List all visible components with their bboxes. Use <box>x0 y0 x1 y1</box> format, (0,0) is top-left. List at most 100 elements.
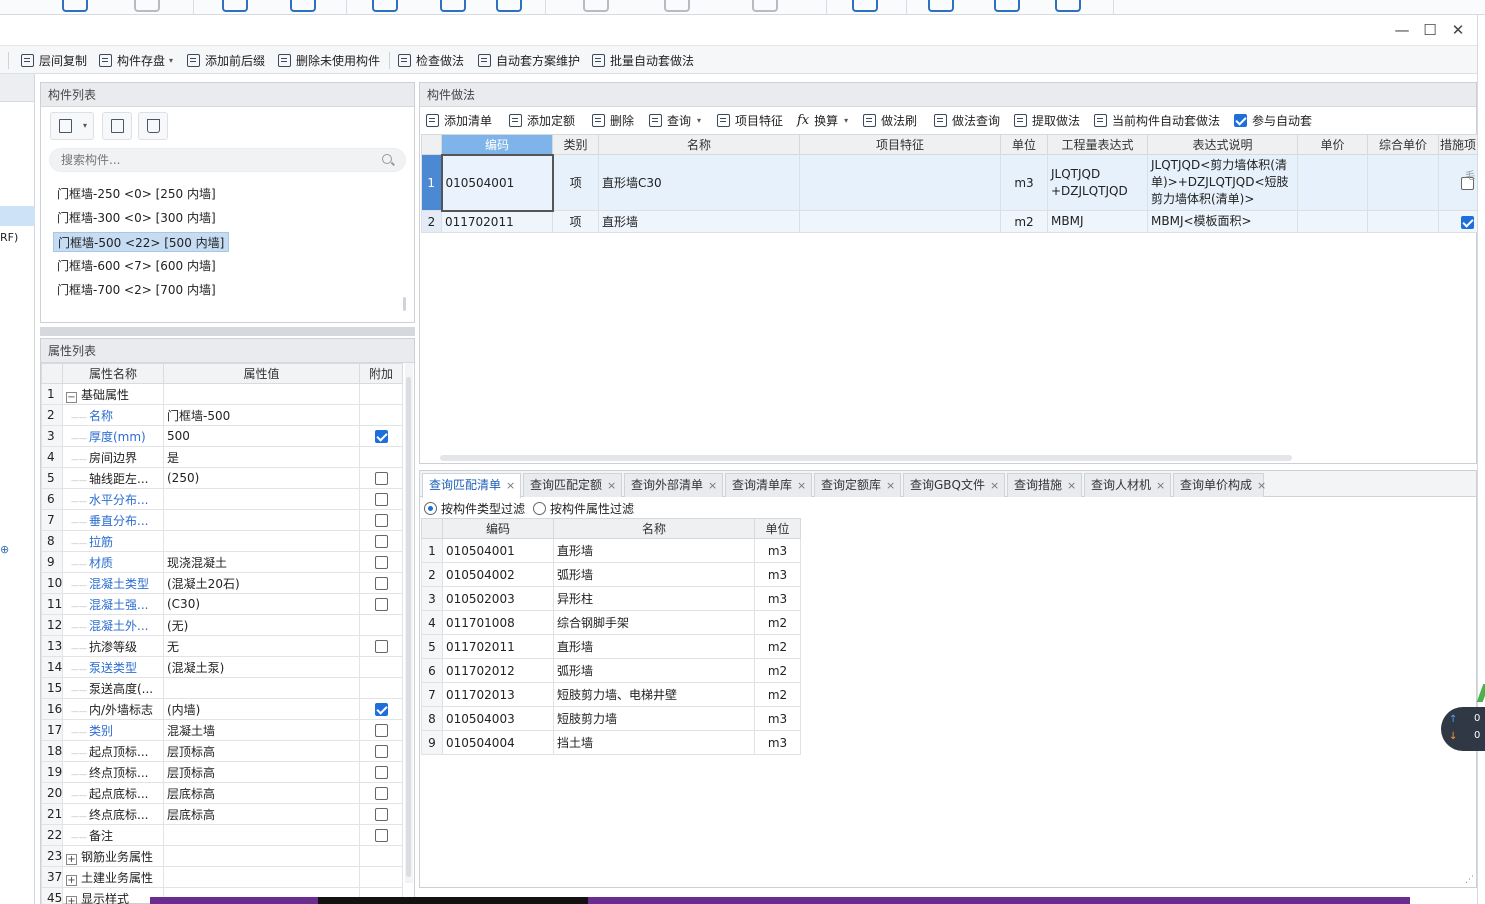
extra-checkbox[interactable] <box>374 514 388 527</box>
query-name[interactable]: 直形墙 <box>553 634 755 659</box>
query-code-header[interactable]: 编码 <box>442 518 554 539</box>
query-button[interactable]: 查询 ▾ <box>649 112 701 128</box>
property-row[interactable]: 8 —— 拉筋 <box>41 530 403 552</box>
ribbon-icon-13[interactable] <box>994 0 1020 12</box>
close-icon[interactable]: × <box>1067 479 1076 492</box>
property-row[interactable]: 6 —— 水平分布... <box>41 488 403 510</box>
query-unit[interactable]: m3 <box>754 562 801 587</box>
property-row[interactable]: 1− 基础属性 <box>41 383 403 405</box>
measure-header[interactable]: 措施项 <box>1438 134 1478 155</box>
property-value[interactable]: 是 <box>163 446 360 468</box>
property-name[interactable]: —— 类别 <box>62 719 164 741</box>
property-value[interactable]: (250) <box>163 467 360 489</box>
property-value[interactable] <box>163 488 360 510</box>
property-name[interactable]: —— 终点顶标... <box>62 761 164 783</box>
property-group-name[interactable]: + 钢筋业务属性 <box>62 845 164 867</box>
expand-icon[interactable]: + <box>66 874 77 886</box>
query-tab[interactable]: 查询单价构成 × <box>1173 473 1266 497</box>
property-name[interactable]: —— 房间边界 <box>62 446 164 468</box>
property-value[interactable]: (混凝土20石) <box>163 572 360 594</box>
component-list-item[interactable]: 门框墙-250 <0> [250 内墙] <box>53 184 220 204</box>
auto-scheme-maintain-button[interactable]: 自动套方案维护 <box>478 52 580 68</box>
query-code[interactable]: 011701008 <box>442 610 554 635</box>
method-total-price[interactable] <box>1367 154 1439 211</box>
close-icon[interactable]: × <box>990 479 999 492</box>
method-price[interactable] <box>1297 154 1368 211</box>
method-expression-desc[interactable]: JLQTJQD<剪力墙体积(清单)>+DZJLQTJQD<短肢剪力墙体积(清单)… <box>1147 154 1298 211</box>
method-code[interactable]: 011702011 <box>441 210 553 233</box>
query-row[interactable]: 8 010504003 短肢剪力墙 m3 <box>421 706 801 731</box>
component-list-scrollbar[interactable] <box>403 297 406 311</box>
query-name[interactable]: 短肢剪力墙、电梯井壁 <box>553 682 755 707</box>
query-name-header[interactable]: 名称 <box>553 518 755 539</box>
property-row[interactable]: 15 —— 泵送高度(... <box>41 677 403 699</box>
radio-type[interactable] <box>424 501 437 515</box>
property-name[interactable]: —— 厚度(mm) <box>62 425 164 447</box>
property-row[interactable]: 2 —— 名称 门框墙-500 <box>41 404 403 426</box>
expression-header[interactable]: 工程量表达式 <box>1047 134 1148 155</box>
property-row[interactable]: 12 —— 混凝土外... (无) <box>41 614 403 636</box>
close-icon[interactable]: × <box>708 479 717 492</box>
query-tab[interactable]: 查询人材机 × <box>1084 473 1171 497</box>
new-component-button[interactable]: ▾ <box>50 112 94 140</box>
property-value[interactable]: 层顶标高 <box>163 740 360 762</box>
method-unit[interactable]: m2 <box>1000 210 1048 233</box>
query-code[interactable]: 010504003 <box>442 706 554 731</box>
property-row[interactable]: 14 —— 泵送类型 (混凝土泵) <box>41 656 403 678</box>
search-icon[interactable] <box>382 154 392 164</box>
component-list-item[interactable]: 门框墙-300 <0> [300 内墙] <box>53 208 220 228</box>
method-name[interactable]: 直形墙C30 <box>598 154 800 211</box>
property-value[interactable] <box>163 866 360 888</box>
ribbon-icon-7[interactable] <box>496 0 522 12</box>
close-icon[interactable]: × <box>506 479 515 492</box>
query-code[interactable]: 010504002 <box>442 562 554 587</box>
measure-checkbox[interactable] <box>1461 215 1474 229</box>
extra-checkbox[interactable] <box>374 598 388 611</box>
method-total-price[interactable] <box>1367 210 1439 233</box>
query-unit[interactable]: m2 <box>754 634 801 659</box>
save-component-button[interactable]: 构件存盘 ▾ <box>99 52 173 68</box>
query-row[interactable]: 1 010504001 直形墙 m3 <box>421 538 801 563</box>
query-tab[interactable]: 查询GBQ文件 × <box>903 473 1005 497</box>
query-code[interactable]: 010502003 <box>442 586 554 611</box>
query-unit-header[interactable]: 单位 <box>754 518 801 539</box>
feature-header[interactable]: 项目特征 <box>799 134 1001 155</box>
property-name[interactable]: —— 拉筋 <box>62 530 164 552</box>
search-component-input[interactable] <box>49 148 406 172</box>
method-query-button[interactable]: 做法查询 <box>934 112 1000 128</box>
property-row[interactable]: 16 —— 内/外墙标志 (内墙) <box>41 698 403 720</box>
property-value[interactable]: 层顶标高 <box>163 761 360 783</box>
property-name[interactable]: —— 混凝土外... <box>62 614 164 636</box>
ribbon-icon-3[interactable] <box>222 0 248 12</box>
property-name[interactable]: —— 名称 <box>62 404 164 426</box>
query-name[interactable]: 弧形墙 <box>553 562 755 587</box>
filter-by-type-option[interactable]: 按构件类型过滤 <box>424 500 525 517</box>
query-unit[interactable]: m2 <box>754 658 801 683</box>
query-unit[interactable]: m3 <box>754 586 801 611</box>
close-icon[interactable]: × <box>886 479 895 492</box>
method-price[interactable] <box>1297 210 1368 233</box>
property-value[interactable]: (无) <box>163 614 360 636</box>
close-button[interactable]: ✕ <box>1448 20 1468 40</box>
method-type[interactable]: 项 <box>552 210 599 233</box>
property-name[interactable]: —— 材质 <box>62 551 164 573</box>
property-row[interactable]: 37 + 土建业务属性 <box>41 866 403 888</box>
property-row[interactable]: 23 + 钢筋业务属性 <box>41 845 403 867</box>
ribbon-icon-5[interactable] <box>372 0 398 12</box>
expand-icon[interactable]: + <box>66 853 77 865</box>
query-row[interactable]: 4 011701008 综合钢脚手架 m2 <box>421 610 801 635</box>
query-tab[interactable]: 查询外部清单 × <box>624 473 723 497</box>
add-prefix-suffix-button[interactable]: 添加前后缀 <box>187 52 265 68</box>
property-name[interactable]: —— 水平分布... <box>62 488 164 510</box>
property-value[interactable] <box>163 509 360 531</box>
delete-component-button[interactable] <box>138 112 168 140</box>
delete-unused-button[interactable]: 删除未使用构件 <box>278 52 380 68</box>
filter-by-attribute-option[interactable]: 按构件属性过滤 <box>533 500 634 517</box>
query-name[interactable]: 挡土墙 <box>553 730 755 755</box>
property-row[interactable]: 18 —— 起点顶标... 层顶标高 <box>41 740 403 762</box>
property-name[interactable]: —— 垂直分布... <box>62 509 164 531</box>
ribbon-icon-1[interactable] <box>62 0 88 12</box>
collapse-icon[interactable]: − <box>66 391 77 403</box>
name-header[interactable]: 名称 <box>598 134 800 155</box>
panel-splitter[interactable] <box>40 327 415 336</box>
